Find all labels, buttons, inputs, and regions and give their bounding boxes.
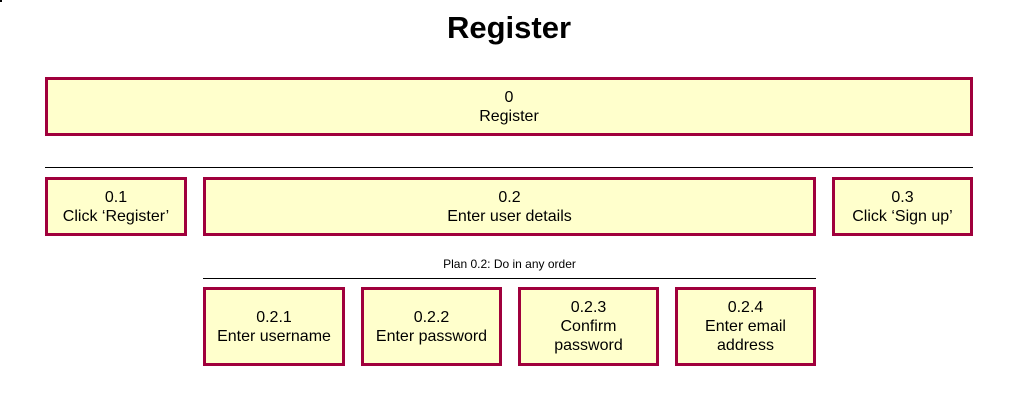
task-id: 0.2.1 [256, 308, 292, 326]
task-label: Register [479, 107, 539, 125]
plan-label: Plan 0.2: Do in any order [443, 257, 576, 271]
task-id: 0.2.3 [570, 299, 607, 316]
task-id: 0.3 [891, 188, 914, 206]
level1-connector-line [45, 167, 973, 168]
task-id: 0.2 [498, 188, 521, 206]
task-box-0-2-1: 0.2.1 Enter username [203, 287, 345, 366]
task-label: Enter user details [447, 207, 572, 225]
task-label: Click ‘Register’ [62, 207, 170, 225]
task-id: 0.2.2 [413, 308, 450, 326]
task-box-0: 0 Register [45, 77, 973, 136]
task-id: 0.2.4 [727, 299, 764, 316]
task-label: Enter email address [705, 318, 786, 354]
task-box-0-3: 0.3 Click ‘Sign up’ [832, 177, 973, 236]
task-box-0-2-3: 0.2.3 Confirm password [518, 287, 659, 366]
task-box-0-2-2: 0.2.2 Enter password [361, 287, 502, 366]
task-label: Enter username [217, 327, 331, 345]
task-label: Enter password [375, 327, 488, 345]
task-id: 0.1 [104, 188, 128, 206]
task-id: 0 [504, 88, 514, 106]
corner-dot [0, 0, 2, 2]
task-label: Confirm password [554, 318, 623, 354]
task-box-0-2: 0.2 Enter user details [203, 177, 816, 236]
diagram-title: Register [446, 10, 572, 45]
task-box-0-1: 0.1 Click ‘Register’ [45, 177, 187, 236]
task-box-0-2-4: 0.2.4 Enter email address [675, 287, 816, 366]
level2-connector-line [203, 278, 816, 279]
task-label: Click ‘Sign up’ [852, 207, 953, 225]
